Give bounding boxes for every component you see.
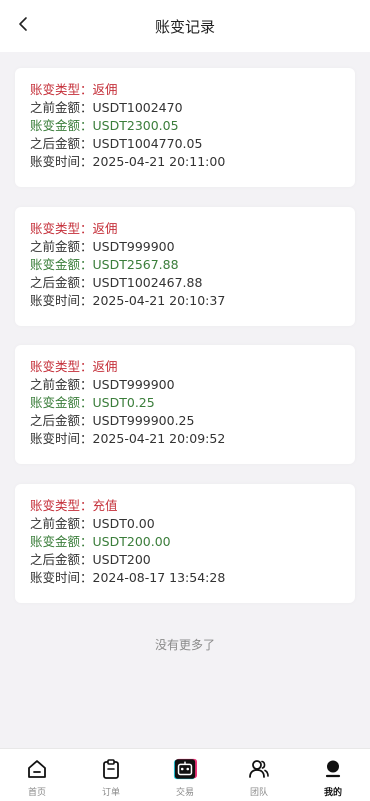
record-type-row: 账变类型：返佣	[30, 81, 355, 99]
record-type-label: 账变类型：	[30, 82, 93, 97]
record-before-row: 之前金额：USDT0.00	[30, 515, 355, 533]
bottom-tab-bar: 首页 订单 交易 团队 我的	[0, 748, 370, 801]
record-type-value: 返佣	[92, 82, 118, 97]
record-before-label: 之前金额：	[30, 238, 93, 254]
record-before-value: USDT999900	[92, 238, 175, 254]
record-type-row: 账变类型：返佣	[30, 220, 355, 238]
record-change-label: 账变金额：	[30, 256, 93, 272]
record-change-value: USDT2567.88	[92, 256, 179, 272]
record-card: 账变类型：充值 之前金额：USDT0.00 账变金额：USDT200.00 之后…	[15, 483, 355, 603]
tab-trade[interactable]: 交易	[148, 749, 222, 801]
team-icon	[247, 757, 271, 781]
tab-mine[interactable]: 我的	[296, 749, 370, 801]
tab-orders[interactable]: 订单	[74, 749, 148, 801]
no-more-text: 没有更多了	[154, 638, 215, 652]
record-type-value: 返佣	[92, 220, 118, 236]
record-before-label: 之前金额：	[30, 100, 93, 115]
record-after-label: 之后金额：	[30, 274, 93, 290]
tab-home[interactable]: 首页	[0, 749, 74, 801]
record-change-label: 账变金额：	[30, 533, 93, 549]
record-after-row: 之后金额：USDT200	[30, 551, 355, 569]
record-list: 账变类型：返佣 之前金额：USDT1002470 账变金额：USDT2300.0…	[15, 68, 355, 622]
record-type-value: 充值	[92, 497, 118, 513]
record-type-value: 返佣	[92, 359, 118, 374]
record-card: 账变类型：返佣 之前金额：USDT999900 账变金额：USDT2567.88…	[15, 206, 355, 326]
record-time-label: 账变时间：	[30, 292, 93, 308]
tab-home-label: 首页	[27, 788, 46, 798]
record-before-label: 之前金额：	[30, 515, 93, 531]
record-before-row: 之前金额：USDT999900	[30, 238, 355, 256]
record-before-value: USDT999900	[92, 377, 175, 392]
record-change-value: USDT0.25	[92, 395, 155, 410]
record-before-row: 之前金额：USDT999900	[30, 376, 355, 394]
top-nav-bar: 账变记录	[0, 0, 370, 52]
record-after-value: USDT1004770.05	[92, 136, 203, 151]
record-before-value: USDT1002470	[92, 100, 183, 115]
record-change-label: 账变金额：	[30, 395, 93, 410]
record-time-label: 账变时间：	[30, 154, 93, 169]
tab-trade-label: 交易	[175, 788, 194, 798]
clipboard-icon	[99, 757, 123, 781]
record-after-value: USDT200	[92, 551, 151, 567]
record-change-row: 账变金额：USDT2300.05	[30, 117, 355, 135]
tab-team-label: 团队	[249, 788, 268, 798]
record-change-row: 账变金额：USDT200.00	[30, 533, 355, 551]
record-time-row: 账变时间：2025-04-21 20:09:52	[30, 430, 355, 448]
record-time-label: 账变时间：	[30, 431, 93, 446]
record-time-value: 2025-04-21 20:11:00	[92, 154, 226, 169]
record-type-label: 账变类型：	[30, 359, 93, 374]
record-time-value: 2025-04-21 20:09:52	[92, 431, 226, 446]
record-change-label: 账变金额：	[30, 118, 93, 133]
record-after-label: 之后金额：	[30, 136, 93, 151]
tab-team[interactable]: 团队	[222, 749, 296, 801]
record-type-label: 账变类型：	[30, 220, 93, 236]
record-time-row: 账变时间：2024-08-17 13:54:28	[30, 569, 355, 587]
record-after-row: 之后金额：USDT1004770.05	[30, 135, 355, 153]
record-change-value: USDT2300.05	[92, 118, 179, 133]
record-time-row: 账变时间：2025-04-21 20:11:00	[30, 153, 355, 171]
record-time-value: 2024-08-17 13:54:28	[92, 569, 226, 585]
record-before-value: USDT0.00	[92, 515, 155, 531]
record-after-value: USDT1002467.88	[92, 274, 203, 290]
page-title: 账变记录	[154, 18, 215, 36]
tab-mine-label: 我的	[323, 788, 342, 798]
record-change-value: USDT200.00	[92, 533, 171, 549]
robot-icon	[173, 757, 197, 781]
record-before-label: 之前金额：	[30, 377, 93, 392]
record-before-row: 之前金额：USDT1002470	[30, 99, 355, 117]
tab-orders-label: 订单	[101, 788, 120, 798]
record-after-row: 之后金额：USDT999900.25	[30, 412, 355, 430]
record-after-label: 之后金额：	[30, 413, 93, 428]
record-after-value: USDT999900.25	[92, 413, 195, 428]
record-type-label: 账变类型：	[30, 497, 93, 513]
record-type-row: 账变类型：充值	[30, 497, 355, 515]
record-card: 账变类型：返佣 之前金额：USDT1002470 账变金额：USDT2300.0…	[15, 68, 355, 187]
record-card: 账变类型：返佣 之前金额：USDT999900 账变金额：USDT0.25 之后…	[15, 345, 355, 464]
record-after-label: 之后金额：	[30, 551, 93, 567]
record-time-label: 账变时间：	[30, 569, 93, 585]
user-icon	[321, 757, 345, 781]
record-time-value: 2025-04-21 20:10:37	[92, 292, 226, 308]
record-time-row: 账变时间：2025-04-21 20:10:37	[30, 292, 355, 310]
record-change-row: 账变金额：USDT2567.88	[30, 256, 355, 274]
record-change-row: 账变金额：USDT0.25	[30, 394, 355, 412]
record-type-row: 账变类型：返佣	[30, 358, 355, 376]
record-after-row: 之后金额：USDT1002467.88	[30, 274, 355, 292]
home-icon	[25, 757, 49, 781]
